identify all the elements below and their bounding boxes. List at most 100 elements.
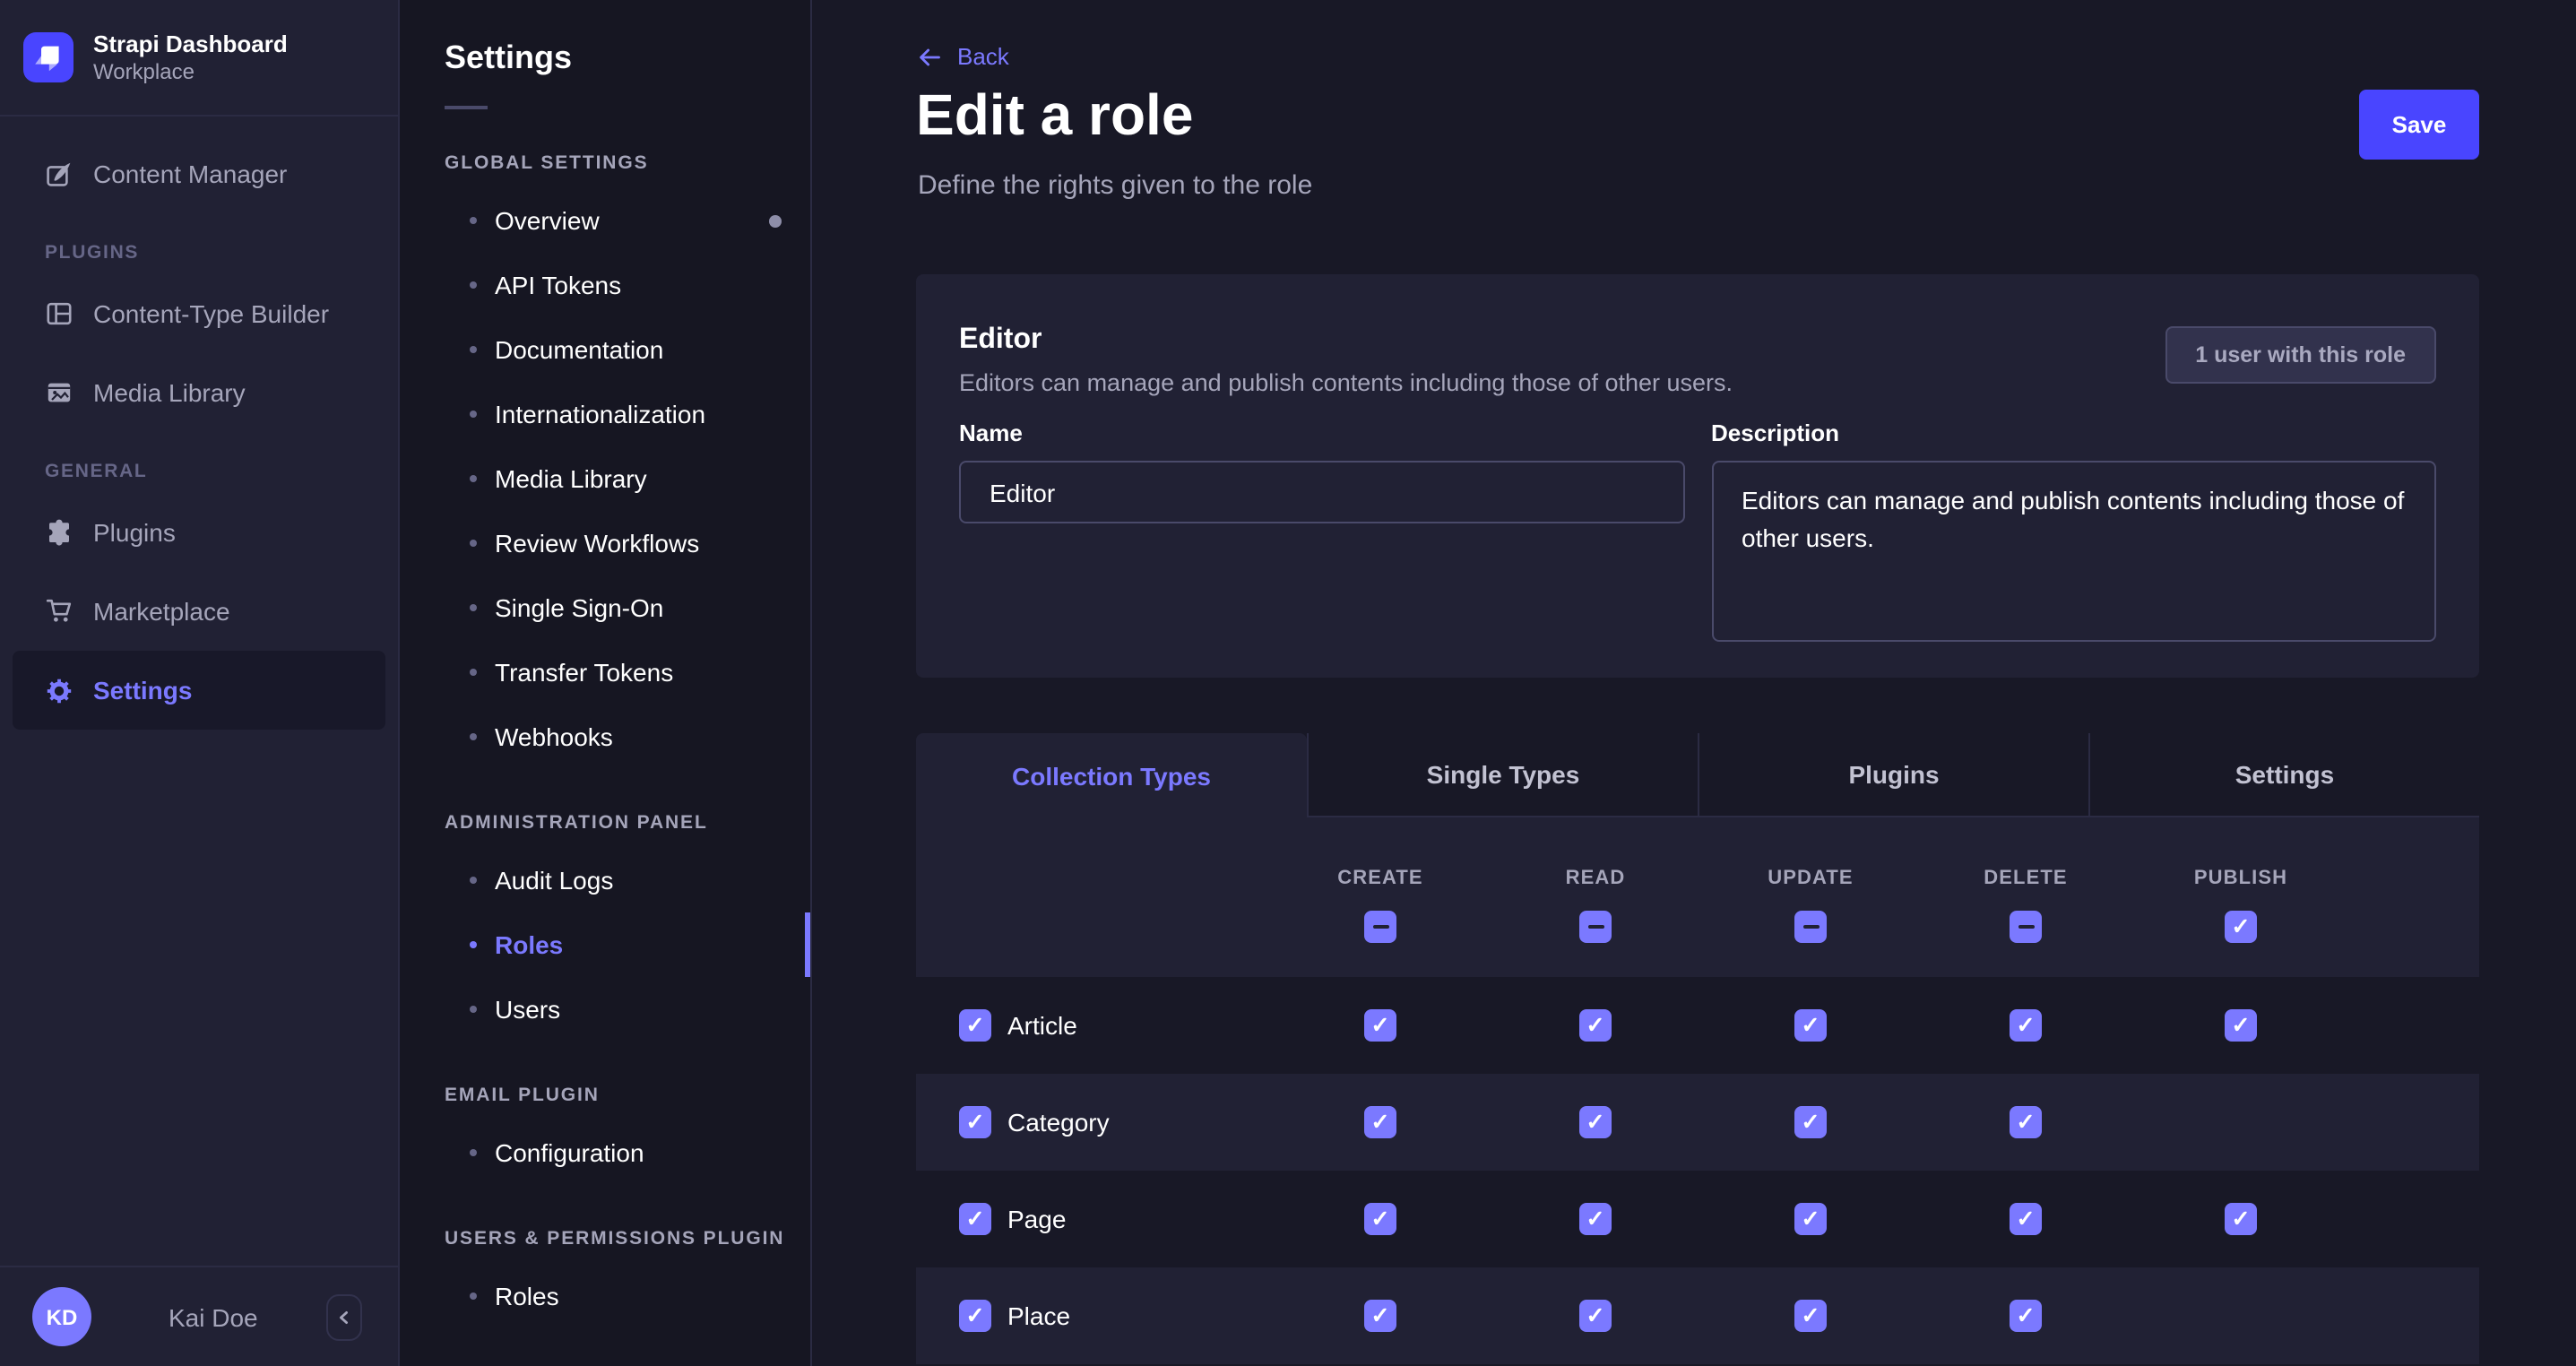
sidebar-item-plugins[interactable]: Plugins [13,493,385,572]
row-article-checkbox[interactable]: ✓ [959,1009,991,1042]
sidebar-collapse-button[interactable] [326,1294,362,1341]
check-icon: ✓ [2017,1015,2036,1037]
subnav-item-global-settings-api-tokens[interactable]: API Tokens [400,253,810,317]
subnav-list: Audit LogsRolesUsers [400,848,810,1042]
tab-plugins[interactable]: Plugins [1698,733,2088,817]
brand: Strapi Dashboard Workplace [0,0,398,117]
place-update-checkbox[interactable]: ✓ [1794,1300,1827,1332]
subnav-item-administration-panel-users[interactable]: Users [400,977,810,1042]
subnav-item-label: Transfer Tokens [495,658,673,687]
subnav-item-users-permissions-plugin-roles[interactable]: Roles [400,1264,810,1328]
permissions-column-create: CREATE [1273,817,1488,977]
back-link[interactable]: Back [916,43,1009,70]
bullet-icon [470,1149,477,1156]
bullet-icon [470,669,477,676]
select-all-read-checkbox[interactable] [1579,911,1612,943]
settings-subnav: Settings GLOBAL SETTINGSOverviewAPI Toke… [400,0,812,1366]
sidebar-item-label: Content-Type Builder [93,299,329,328]
chevron-left-icon [335,1309,353,1327]
category-read-checkbox[interactable]: ✓ [1579,1106,1612,1138]
subnav-item-global-settings-webhooks[interactable]: Webhooks [400,705,810,769]
subnav-item-email-plugin-configuration[interactable]: Configuration [400,1120,810,1185]
permissions-card: Collection TypesSingle TypesPluginsSetti… [916,733,2479,1364]
sidebar-footer: KD Kai Doe [0,1266,398,1366]
subnav-divider [445,106,488,109]
users-with-role-button[interactable]: 1 user with this role [2165,326,2436,384]
tab-settings[interactable]: Settings [2088,733,2479,817]
subnav-item-global-settings-transfer-tokens[interactable]: Transfer Tokens [400,640,810,705]
check-icon: ✓ [1802,1208,1820,1231]
place-create-checkbox[interactable]: ✓ [1364,1300,1396,1332]
article-publish-checkbox[interactable]: ✓ [2225,1009,2257,1042]
subnav-item-administration-panel-audit-logs[interactable]: Audit Logs [400,848,810,912]
subnav-item-global-settings-review-workflows[interactable]: Review Workflows [400,511,810,575]
page-create-checkbox[interactable]: ✓ [1364,1203,1396,1235]
name-input[interactable] [959,461,1684,523]
page-delete-checkbox[interactable]: ✓ [2010,1203,2042,1235]
subnav-section-label: GLOBAL SETTINGS [445,152,810,174]
sidebar-item-settings[interactable]: Settings [13,651,385,730]
subnav-item-label: Roles [495,1282,559,1310]
row-category-checkbox[interactable]: ✓ [959,1106,991,1138]
app-window: Strapi Dashboard Workplace Content Manag… [0,0,2576,1366]
arrow-left-icon [916,44,943,69]
subnav-item-global-settings-documentation[interactable]: Documentation [400,317,810,382]
subnav-item-global-settings-internationalization[interactable]: Internationalization [400,382,810,446]
name-label: Name [959,419,1684,446]
minus-icon [1802,925,1819,929]
row-place-checkbox[interactable]: ✓ [959,1300,991,1332]
cell-category-read: ✓ [1488,1106,1703,1138]
category-update-checkbox[interactable]: ✓ [1794,1106,1827,1138]
bullet-icon [470,217,477,224]
row-header-article: ✓Article [916,1009,1273,1042]
check-icon: ✓ [2017,1208,2036,1231]
cell-article-create: ✓ [1273,1009,1488,1042]
row-page-checkbox[interactable]: ✓ [959,1203,991,1235]
subnav-item-global-settings-media-library[interactable]: Media Library [400,446,810,511]
tab-collection-types[interactable]: Collection Types [916,733,1307,817]
select-all-update-checkbox[interactable] [1794,911,1827,943]
sidebar-item-content-manager[interactable]: Content Manager [13,134,385,213]
subnav-item-global-settings-overview[interactable]: Overview [400,188,810,253]
description-input[interactable]: Editors can manage and publish contents … [1711,461,2436,642]
row-label: Place [1007,1301,1070,1330]
page-update-checkbox[interactable]: ✓ [1794,1203,1827,1235]
user-name: Kai Doe [169,1303,258,1332]
column-header-label: CREATE [1337,868,1422,889]
category-create-checkbox[interactable]: ✓ [1364,1106,1396,1138]
subnav-item-label: Configuration [495,1138,644,1167]
page-read-checkbox[interactable]: ✓ [1579,1203,1612,1235]
select-all-delete-checkbox[interactable] [2010,911,2042,943]
article-update-checkbox[interactable]: ✓ [1794,1009,1827,1042]
sidebar-item-label: Content Manager [93,160,287,188]
cell-place-update: ✓ [1703,1300,1918,1332]
select-all-publish-checkbox[interactable]: ✓ [2225,911,2257,943]
place-delete-checkbox[interactable]: ✓ [2010,1300,2042,1332]
subnav-list: Overview API Tokens DocumentationInternati… [400,188,810,769]
permissions-column-delete: DELETE [1918,817,2133,977]
select-all-create-checkbox[interactable] [1364,911,1396,943]
sidebar-item-label: Media Library [93,378,246,407]
permissions-column-update: UPDATE [1703,817,1918,977]
check-icon: ✓ [2017,1305,2036,1327]
article-read-checkbox[interactable]: ✓ [1579,1009,1612,1042]
tab-single-types[interactable]: Single Types [1307,733,1698,817]
column-header-label: PUBLISH [2194,868,2287,889]
table-row-page: ✓Page✓✓✓✓✓ [916,1171,2479,1267]
category-delete-checkbox[interactable]: ✓ [2010,1106,2042,1138]
article-create-checkbox[interactable]: ✓ [1364,1009,1396,1042]
sidebar-item-media-library[interactable]: Media Library [13,353,385,432]
subnav-item-label: API Tokens [495,271,621,299]
article-delete-checkbox[interactable]: ✓ [2010,1009,2042,1042]
subnav-item-global-settings-single-sign-on[interactable]: Single Sign-On [400,575,810,640]
cell-article-publish: ✓ [2133,1009,2348,1042]
subnav-item-administration-panel-roles[interactable]: Roles [400,912,810,977]
sidebar-item-content-type-builder[interactable]: Content-Type Builder [13,274,385,353]
page-publish-checkbox[interactable]: ✓ [2225,1203,2257,1235]
sidebar-item-marketplace[interactable]: Marketplace [13,572,385,651]
minus-icon [1587,925,1604,929]
save-button[interactable]: Save [2359,90,2479,160]
avatar[interactable]: KD [32,1287,91,1346]
place-read-checkbox[interactable]: ✓ [1579,1300,1612,1332]
sidebar-item-label: Settings [93,676,192,705]
